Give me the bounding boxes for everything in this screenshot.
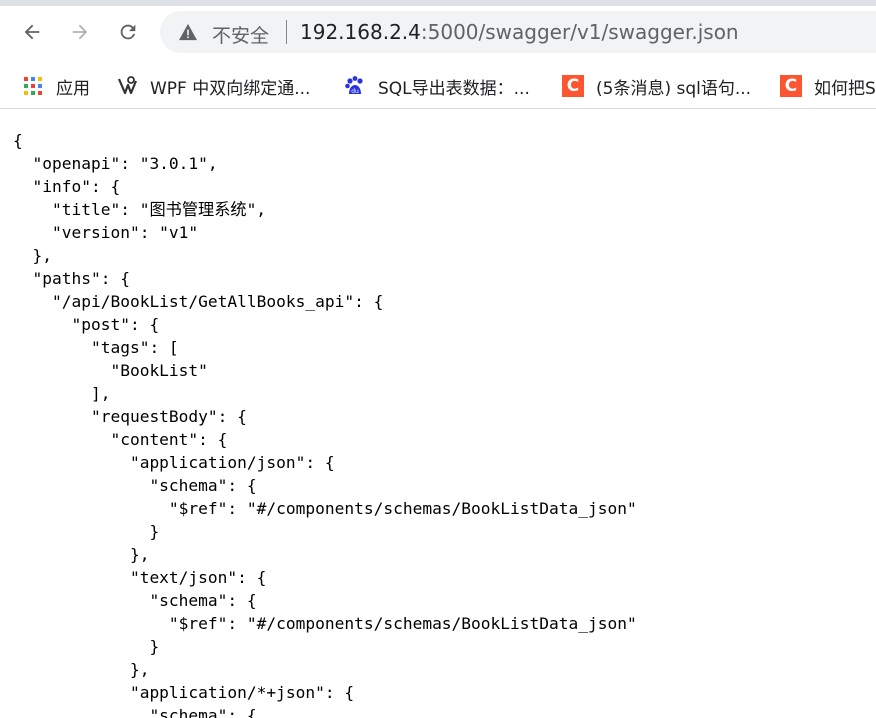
bookmark-sql-statement[interactable]: C (5条消息) sql语句... <box>562 72 751 100</box>
bookmark-label: WPF 中双向绑定通... <box>150 78 311 99</box>
json-line: }, <box>13 545 150 564</box>
bookmark-sql-export[interactable]: du SQL导出表数据：... <box>344 72 530 100</box>
not-secure-label[interactable]: 不安全 <box>212 21 269 48</box>
browser-toolbar: 不安全 192.168.2.4:5000/swagger/v1/swagger.… <box>0 0 876 64</box>
json-line: "schema": { <box>13 706 257 718</box>
json-line: "version": "v1" <box>13 223 199 242</box>
json-line: "$ref": "#/components/schemas/BookListDa… <box>13 499 637 518</box>
url-text[interactable]: 192.168.2.4:5000/swagger/v1/swagger.json <box>300 20 739 44</box>
json-line: "application/json": { <box>13 453 335 472</box>
json-line: "$ref": "#/components/schemas/BookListDa… <box>13 614 637 633</box>
bookmark-how-to[interactable]: C 如何把S <box>780 72 876 100</box>
json-line: "title": "图书管理系统", <box>13 200 267 219</box>
reload-button[interactable] <box>110 14 146 50</box>
json-line: "/api/BookList/GetAllBooks_api": { <box>13 292 384 311</box>
address-divider <box>286 20 287 44</box>
json-line: }, <box>13 246 52 265</box>
csdn-icon: C <box>780 75 802 97</box>
json-line: "application/*+json": { <box>13 683 355 702</box>
json-line: ], <box>13 384 111 403</box>
url-path: :5000/swagger/v1/swagger.json <box>420 20 739 44</box>
json-line: "BookList" <box>13 361 208 380</box>
forward-button[interactable] <box>62 14 98 50</box>
json-line: "info": { <box>13 177 121 196</box>
address-bar[interactable]: 不安全 192.168.2.4:5000/swagger/v1/swagger.… <box>160 11 876 53</box>
bookmark-label: (5条消息) sql语句... <box>596 78 752 99</box>
warning-icon[interactable] <box>178 23 198 45</box>
json-line: { <box>13 131 23 150</box>
json-line: "paths": { <box>13 269 130 288</box>
json-line: "schema": { <box>13 591 257 610</box>
apps-grid-icon <box>22 75 44 97</box>
bookmark-label: 应用 <box>56 78 90 99</box>
page-content: { "openapi": "3.0.1", "info": { "title":… <box>0 109 876 718</box>
json-line: }, <box>13 660 150 679</box>
bookmark-label: 如何把S <box>814 78 876 99</box>
tab-strip-edge <box>0 0 876 6</box>
json-line: "openapi": "3.0.1", <box>13 154 218 173</box>
json-line: "requestBody": { <box>13 407 247 426</box>
svg-text:du: du <box>351 88 359 95</box>
csdn-icon: C <box>562 75 584 97</box>
json-line: } <box>13 637 160 656</box>
json-line: "content": { <box>13 430 228 449</box>
json-line: } <box>13 522 160 541</box>
json-viewer: { "openapi": "3.0.1", "info": { "title":… <box>0 109 876 718</box>
bookmarks-bar: 应用 WPF 中双向绑定通... du SQL导出表数据：... C (5条消息… <box>0 64 876 109</box>
bookmark-apps[interactable]: 应用 <box>22 72 90 100</box>
bookmark-wpf[interactable]: WPF 中双向绑定通... <box>116 72 310 100</box>
forward-arrow-icon <box>72 24 88 40</box>
json-line: "schema": { <box>13 476 257 495</box>
back-button[interactable] <box>14 14 50 50</box>
reload-icon <box>120 24 136 40</box>
bookmark-label: SQL导出表数据：... <box>378 78 530 99</box>
baidu-icon: du <box>344 75 366 97</box>
url-host: 192.168.2.4 <box>300 20 421 44</box>
json-line: "tags": [ <box>13 338 179 357</box>
json-line: "post": { <box>13 315 160 334</box>
back-arrow-icon <box>24 24 40 40</box>
json-line: "text/json": { <box>13 568 267 587</box>
wpf-icon <box>116 75 138 97</box>
